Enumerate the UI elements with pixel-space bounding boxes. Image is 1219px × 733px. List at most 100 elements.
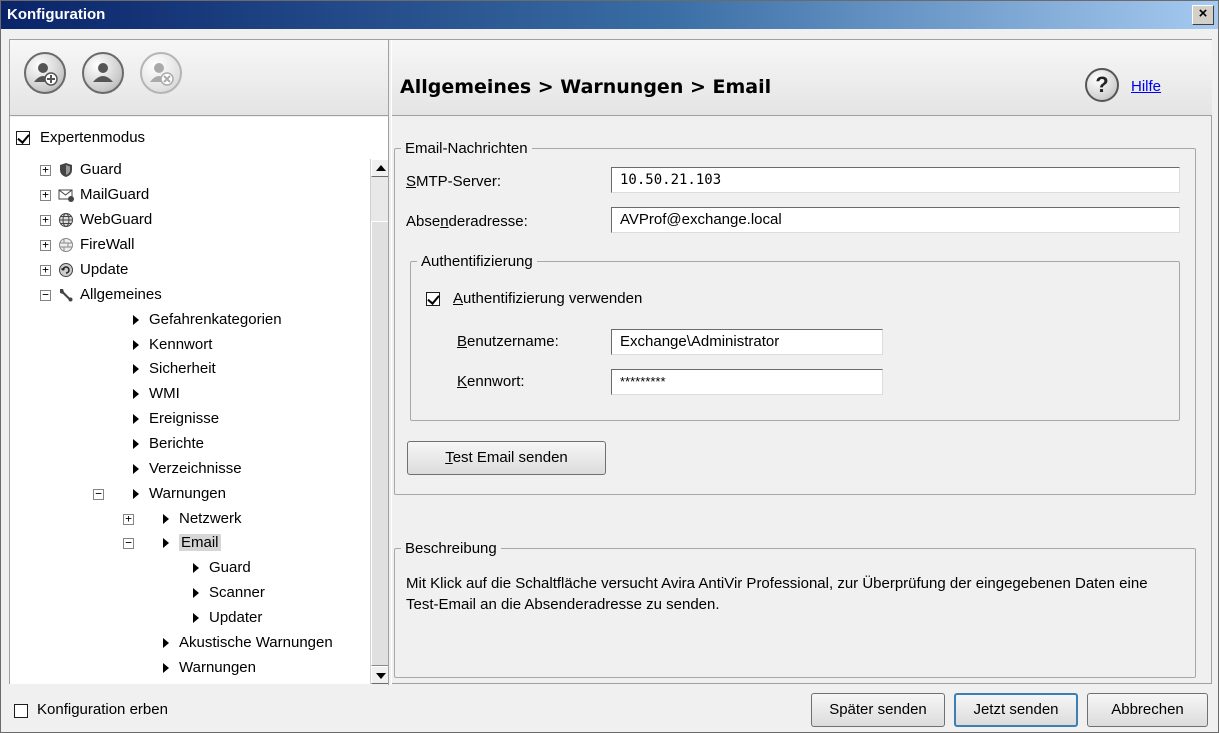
- tree-scrollbar[interactable]: [370, 159, 388, 684]
- tree-item-webguard[interactable]: + WebGuard: [40, 209, 153, 231]
- tree-item-gefahrenkategorien[interactable]: Gefahrenkategorien: [133, 309, 282, 331]
- help-icon[interactable]: ?: [1085, 68, 1119, 102]
- send-now-button[interactable]: Jetzt senden: [954, 693, 1078, 727]
- group-legend: Email-Nachrichten: [405, 140, 528, 157]
- scrollbar-thumb[interactable]: [371, 221, 388, 666]
- left-toolbar: [10, 40, 388, 116]
- tree-item-email-guard[interactable]: Guard: [193, 557, 251, 579]
- use-authentication-label[interactable]: Authentifizierung verwenden: [453, 290, 642, 307]
- inherit-configuration-label[interactable]: Konfiguration erben: [37, 701, 168, 718]
- main-frame: Expertenmodus + Guard + MailGuard + WebG…: [9, 39, 1212, 685]
- tree-item-ereignisse[interactable]: Ereignisse: [133, 408, 219, 430]
- title-bar: Konfiguration ×: [1, 1, 1218, 29]
- help-link[interactable]: Hilfe: [1131, 78, 1161, 95]
- tree-item-wmi[interactable]: WMI: [133, 383, 180, 405]
- expert-mode-label: Expertenmodus: [40, 129, 146, 146]
- smtp-server-input[interactable]: 10.50.21.103: [611, 167, 1180, 193]
- remove-user-button[interactable]: [140, 52, 182, 94]
- expand-icon[interactable]: +: [40, 189, 51, 201]
- globe-icon: [59, 213, 73, 227]
- sender-address-label: Absenderadresse:: [406, 213, 528, 230]
- expand-icon[interactable]: +: [40, 214, 51, 226]
- tree-item-label: Berichte: [149, 435, 205, 452]
- expand-icon[interactable]: +: [40, 239, 51, 251]
- tree-item-guard[interactable]: + Guard: [40, 159, 122, 181]
- use-authentication-checkbox[interactable]: [426, 292, 440, 306]
- add-user-button[interactable]: [24, 52, 66, 94]
- expert-mode-checkbox[interactable]: [16, 131, 30, 145]
- user-button[interactable]: [82, 52, 124, 94]
- user-icon: [93, 63, 113, 82]
- tree-item-netzwerk[interactable]: + Netzwerk: [123, 508, 242, 530]
- arrow-right-icon: [133, 389, 139, 399]
- tree-item-label: Update: [80, 261, 129, 278]
- tree-item-kennwort[interactable]: Kennwort: [133, 334, 212, 356]
- expert-mode-row[interactable]: Expertenmodus: [16, 127, 145, 149]
- tree-item-email[interactable]: − Email: [123, 532, 221, 554]
- tree-item-label: WMI: [149, 385, 180, 402]
- tree-item-label: Warnungen: [179, 659, 256, 676]
- description-text: Mit Klick auf die Schaltfläche versucht …: [406, 575, 1148, 613]
- arrow-right-icon: [163, 638, 169, 648]
- tree-item-label: FireWall: [80, 236, 135, 253]
- sender-address-input[interactable]: AVProf@exchange.local: [611, 207, 1180, 233]
- expand-icon[interactable]: +: [40, 264, 51, 276]
- cancel-button[interactable]: Abbrechen: [1087, 693, 1208, 727]
- tree-item-berichte[interactable]: Berichte: [133, 433, 204, 455]
- tree-item-akustische-warnungen[interactable]: Akustische Warnungen: [163, 632, 333, 654]
- inherit-configuration-checkbox[interactable]: [14, 704, 28, 718]
- scroll-down-button[interactable]: [371, 666, 388, 684]
- collapse-icon[interactable]: −: [40, 289, 51, 301]
- tree-item-mailguard[interactable]: + MailGuard: [40, 184, 150, 206]
- arrow-right-icon: [133, 439, 139, 449]
- arrow-right-icon: [163, 663, 169, 673]
- collapse-icon[interactable]: −: [123, 537, 134, 549]
- breadcrumb: Allgemeines > Warnungen > Email: [400, 76, 772, 98]
- content-header: Allgemeines > Warnungen > Email ? Hilfe: [392, 40, 1212, 116]
- arrow-right-icon: [193, 563, 199, 573]
- tree-item-warnungen-2[interactable]: Warnungen: [163, 657, 256, 679]
- tree-item-label: Akustische Warnungen: [179, 634, 333, 651]
- close-button[interactable]: ×: [1192, 5, 1214, 25]
- collapse-icon[interactable]: −: [93, 488, 104, 500]
- username-input[interactable]: Exchange\Administrator: [611, 329, 883, 355]
- test-email-button[interactable]: Test Email senden: [407, 441, 606, 475]
- password-label: Kennwort:: [457, 373, 525, 390]
- tree-item-label: Guard: [209, 559, 251, 576]
- tree-item-label: MailGuard: [80, 186, 150, 203]
- tree-item-label: Warnungen: [149, 485, 226, 502]
- tree-item-label: Ereignisse: [149, 410, 220, 427]
- arrow-right-icon: [133, 340, 139, 350]
- tree-item-verzeichnisse[interactable]: Verzeichnisse: [133, 458, 242, 480]
- password-input[interactable]: *********: [611, 369, 883, 395]
- tree-item-allgemeines[interactable]: − Allgemeines: [40, 284, 162, 306]
- tree-item-warnungen[interactable]: − Warnungen: [93, 483, 226, 505]
- tree-item-label: Allgemeines: [80, 286, 162, 303]
- expand-icon[interactable]: +: [123, 513, 134, 525]
- arrow-right-icon: [193, 613, 199, 623]
- arrow-right-icon: [163, 514, 169, 524]
- shield-icon: [60, 163, 72, 177]
- arrow-right-icon: [163, 538, 169, 548]
- configuration-tree: Expertenmodus + Guard + MailGuard + WebG…: [10, 117, 388, 684]
- send-later-button[interactable]: Später senden: [811, 693, 945, 727]
- tree-item-label: Scanner: [209, 584, 265, 601]
- expand-icon[interactable]: +: [40, 164, 51, 176]
- window-title: Konfiguration: [7, 6, 106, 23]
- arrow-right-icon: [133, 364, 139, 374]
- configuration-window: Konfiguration × Expertenmodus + Guard + …: [0, 0, 1219, 733]
- arrow-down-icon: [376, 673, 386, 679]
- add-user-icon: [34, 63, 58, 86]
- tree-item-label: Gefahrenkategorien: [149, 311, 282, 328]
- tree-item-updater[interactable]: Updater: [193, 607, 262, 629]
- tree-item-label: Updater: [209, 609, 263, 626]
- panel-splitter[interactable]: [388, 40, 392, 685]
- tree-item-update[interactable]: + Update: [40, 259, 129, 281]
- tree-item-sicherheit[interactable]: Sicherheit: [133, 358, 216, 380]
- tree-item-firewall[interactable]: + FireWall: [40, 234, 135, 256]
- group-legend: Beschreibung: [405, 540, 497, 557]
- scroll-up-button[interactable]: [371, 159, 388, 177]
- arrow-right-icon: [133, 315, 139, 325]
- tree-item-label: WebGuard: [80, 211, 153, 228]
- tree-item-scanner[interactable]: Scanner: [193, 582, 265, 604]
